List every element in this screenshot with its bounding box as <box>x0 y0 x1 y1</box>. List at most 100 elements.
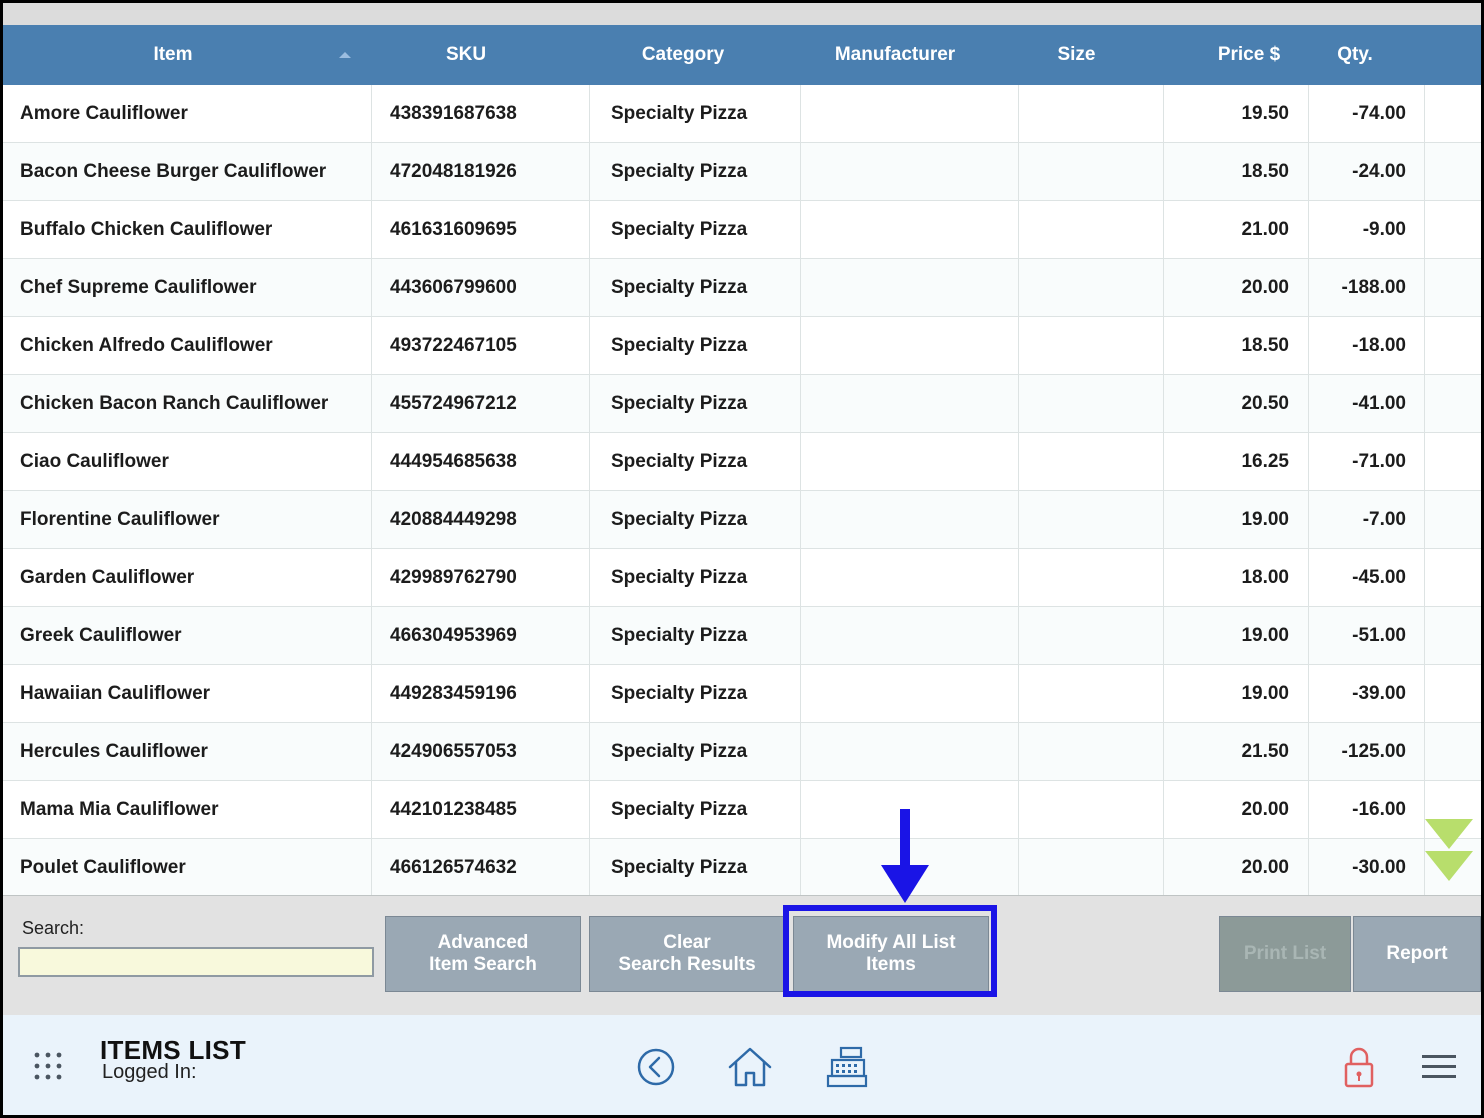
cell-manufacturer <box>801 665 1019 722</box>
items-grid: Item SKU Category Manufacturer Size Pric… <box>3 25 1481 897</box>
cell-size <box>1019 201 1164 258</box>
cell-qty: -71.00 <box>1309 433 1425 490</box>
cell-qty: -45.00 <box>1309 549 1425 606</box>
cell-spacer <box>1425 201 1481 258</box>
cell-manufacturer <box>801 317 1019 374</box>
clear-search-results-button[interactable]: Clear Search Results <box>589 916 785 992</box>
cell-size <box>1019 259 1164 316</box>
col-header-category[interactable]: Category <box>590 25 776 85</box>
table-row[interactable]: Bacon Cheese Burger Cauliflower 472048181… <box>3 143 1481 201</box>
table-row[interactable]: Ciao Cauliflower 444954685638 Specialty Pi… <box>3 433 1481 491</box>
cell-spacer <box>1425 375 1481 432</box>
cell-price: 20.00 <box>1164 839 1309 896</box>
cell-size <box>1019 839 1164 896</box>
cell-price: 19.00 <box>1164 607 1309 664</box>
cell-sku: 461631609695 <box>372 201 590 258</box>
print-list-button[interactable]: Print List <box>1219 916 1351 992</box>
table-row[interactable]: Hercules Cauliflower 424906557053 Specialt… <box>3 723 1481 781</box>
cell-sku: 466304953969 <box>372 607 590 664</box>
cell-sku: 442101238485 <box>372 781 590 838</box>
cell-spacer <box>1425 317 1481 374</box>
cell-price: 18.50 <box>1164 143 1309 200</box>
cell-manufacturer <box>801 723 1019 780</box>
cell-size <box>1019 433 1164 490</box>
cell-item: Buffalo Chicken Cauliflower <box>3 201 372 258</box>
cell-item: Garden Cauliflower <box>3 549 372 606</box>
cell-qty: -188.00 <box>1309 259 1425 316</box>
cell-category: Specialty Pizza <box>590 839 801 896</box>
cell-qty: -9.00 <box>1309 201 1425 258</box>
cell-manufacturer <box>801 433 1019 490</box>
cell-spacer <box>1425 433 1481 490</box>
cell-size <box>1019 781 1164 838</box>
cell-manufacturer <box>801 607 1019 664</box>
cell-price: 19.50 <box>1164 85 1309 142</box>
grid-header: Item SKU Category Manufacturer Size Pric… <box>3 25 1481 85</box>
cell-spacer <box>1425 143 1481 200</box>
cell-item: Chef Supreme Cauliflower <box>3 259 372 316</box>
cell-item: Hercules Cauliflower <box>3 723 372 780</box>
cell-price: 21.00 <box>1164 201 1309 258</box>
back-arrow-circle-icon[interactable] <box>636 1047 676 1087</box>
cell-qty: -7.00 <box>1309 491 1425 548</box>
table-row[interactable]: Buffalo Chicken Cauliflower 461631609695 S… <box>3 201 1481 259</box>
col-header-item[interactable]: Item <box>3 25 343 85</box>
table-row[interactable]: Mama Mia Cauliflower 442101238485 Specialt… <box>3 781 1481 839</box>
cell-category: Specialty Pizza <box>590 375 801 432</box>
advanced-item-search-button[interactable]: Advanced Item Search <box>385 916 581 992</box>
scroll-down-double-chevron-icon[interactable] <box>1423 815 1475 885</box>
col-header-size[interactable]: Size <box>1019 25 1134 85</box>
cell-category: Specialty Pizza <box>590 491 801 548</box>
cell-sku: 472048181926 <box>372 143 590 200</box>
cell-price: 18.50 <box>1164 317 1309 374</box>
table-row[interactable]: Chicken Alfredo Cauliflower 493722467105 S… <box>3 317 1481 375</box>
table-row[interactable]: Florentine Cauliflower 420884449298 Specia… <box>3 491 1481 549</box>
grid-rows: Amore Cauliflower 438391687638 Specialty P… <box>3 85 1481 897</box>
cell-qty: -16.00 <box>1309 781 1425 838</box>
col-header-qty[interactable]: Qty. <box>1309 25 1401 85</box>
footer-bar: ITEMS LIST Logged In: <box>3 1015 1481 1115</box>
cash-register-icon[interactable] <box>825 1045 869 1089</box>
col-header-sku[interactable]: SKU <box>372 25 560 85</box>
apps-grid-icon[interactable] <box>33 1051 63 1081</box>
cell-manufacturer <box>801 375 1019 432</box>
table-row[interactable]: Hawaiian Cauliflower 449283459196 Specialt… <box>3 665 1481 723</box>
cell-sku: 438391687638 <box>372 85 590 142</box>
cell-spacer <box>1425 665 1481 722</box>
cell-spacer <box>1425 549 1481 606</box>
lock-icon[interactable] <box>1342 1045 1376 1089</box>
table-row[interactable]: Poulet Cauliflower 466126574632 Specialty … <box>3 839 1481 897</box>
cell-item: Bacon Cheese Burger Cauliflower <box>3 143 372 200</box>
cell-spacer <box>1425 85 1481 142</box>
cell-item: Amore Cauliflower <box>3 85 372 142</box>
cell-qty: -125.00 <box>1309 723 1425 780</box>
report-button[interactable]: Report <box>1353 916 1481 992</box>
cell-category: Specialty Pizza <box>590 665 801 722</box>
home-icon[interactable] <box>727 1045 773 1089</box>
table-row[interactable]: Chicken Bacon Ranch Cauliflower 455724967… <box>3 375 1481 433</box>
col-header-manufacturer[interactable]: Manufacturer <box>801 25 989 85</box>
cell-size <box>1019 665 1164 722</box>
cell-size <box>1019 317 1164 374</box>
cell-sku: 429989762790 <box>372 549 590 606</box>
cell-manufacturer <box>801 201 1019 258</box>
cell-spacer <box>1425 607 1481 664</box>
cell-size <box>1019 491 1164 548</box>
cell-category: Specialty Pizza <box>590 85 801 142</box>
table-row[interactable]: Amore Cauliflower 438391687638 Specialty P… <box>3 85 1481 143</box>
cell-price: 20.00 <box>1164 781 1309 838</box>
cell-sku: 444954685638 <box>372 433 590 490</box>
table-row[interactable]: Garden Cauliflower 429989762790 Specialty … <box>3 549 1481 607</box>
sort-ascending-icon[interactable] <box>339 52 351 58</box>
cell-sku: 455724967212 <box>372 375 590 432</box>
table-row[interactable]: Greek Cauliflower 466304953969 Specialty P… <box>3 607 1481 665</box>
hamburger-menu-icon[interactable] <box>1421 1053 1457 1081</box>
table-row[interactable]: Chef Supreme Cauliflower 443606799600 Spec… <box>3 259 1481 317</box>
cell-size <box>1019 723 1164 780</box>
cell-manufacturer <box>801 143 1019 200</box>
cell-category: Specialty Pizza <box>590 317 801 374</box>
cell-manufacturer <box>801 259 1019 316</box>
cell-sku: 424906557053 <box>372 723 590 780</box>
cell-qty: -41.00 <box>1309 375 1425 432</box>
search-input[interactable] <box>18 947 374 977</box>
